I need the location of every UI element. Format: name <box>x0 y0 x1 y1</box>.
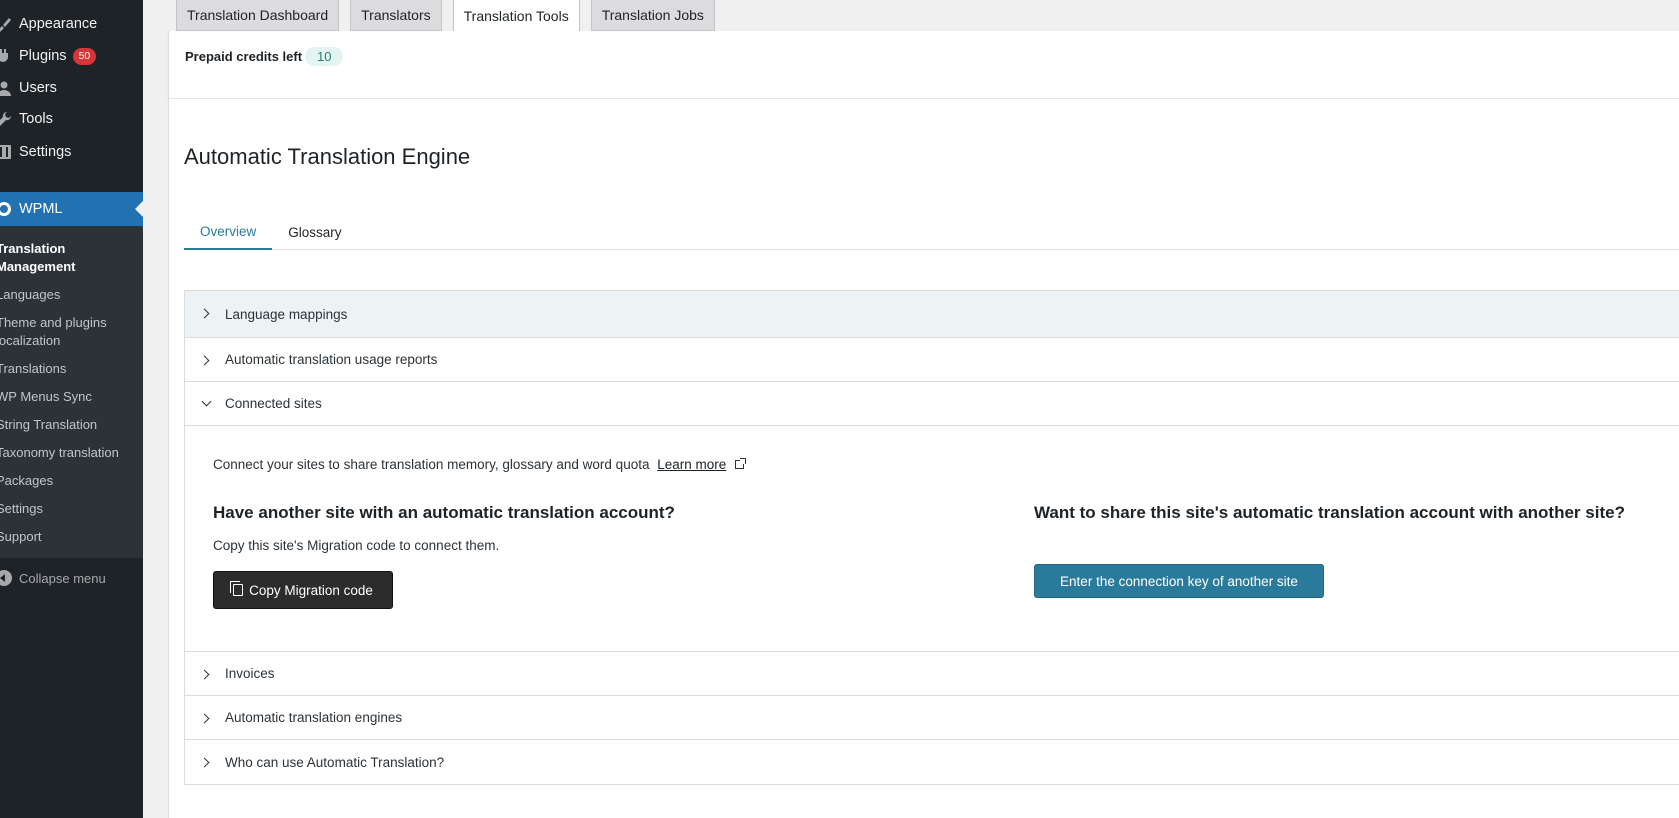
chevron-right-icon <box>199 757 210 768</box>
menu-tools[interactable]: Tools <box>0 102 143 136</box>
tab-translation-tools[interactable]: Translation Tools <box>452 0 580 32</box>
menu-label: Settings <box>19 144 72 160</box>
menu-label: Tools <box>19 111 53 127</box>
chevron-right-icon <box>199 713 210 724</box>
subtab-glossary[interactable]: Glossary <box>272 214 357 250</box>
menu-appearance[interactable]: Appearance <box>0 7 143 41</box>
engine-subtabs: Overview Glossary <box>184 214 1679 250</box>
collapse-menu-button[interactable]: Collapse menu <box>0 566 143 590</box>
menu-label: Users <box>19 80 57 96</box>
subtab-overview[interactable]: Overview <box>184 214 273 250</box>
credits-value-badge: 10 <box>305 47 344 66</box>
section-invoices[interactable]: Invoices <box>185 652 1679 696</box>
external-link-icon <box>735 458 747 469</box>
collapse-menu-label: Collapse menu <box>19 570 106 586</box>
connected-sites-body: Connect your sites to share translation … <box>185 426 1679 652</box>
chevron-right-icon <box>199 308 210 319</box>
copy-migration-code-button[interactable]: Copy Migration code <box>213 571 393 609</box>
migration-section-description: Copy this site's Migration code to conne… <box>213 538 500 553</box>
plugin-icon <box>0 48 12 64</box>
submenu-settings[interactable]: Settings <box>0 496 143 524</box>
submenu-translations[interactable]: Translations <box>0 356 143 384</box>
migration-section-title: Have another site with an automatic tran… <box>213 503 675 522</box>
enter-connection-key-button[interactable]: Enter the connection key of another site <box>1034 564 1324 598</box>
credits-label: Prepaid credits left <box>185 49 303 64</box>
admin-sidebar: Appearance Plugins 50 Users Tools Settin… <box>0 0 143 818</box>
wrench-icon <box>0 111 12 127</box>
settings-icon <box>0 144 12 160</box>
submenu-languages[interactable]: Languages <box>0 282 143 310</box>
wpml-icon <box>0 201 12 221</box>
section-usage-reports[interactable]: Automatic translation usage reports <box>185 338 1679 382</box>
menu-label: Plugins <box>19 48 67 64</box>
connected-sites-intro: Connect your sites to share translation … <box>213 457 747 472</box>
chevron-right-icon <box>199 669 210 680</box>
section-label: Invoices <box>225 666 275 681</box>
tab-translation-jobs[interactable]: Translation Jobs <box>590 0 715 31</box>
section-language-mappings[interactable]: Language mappings <box>185 291 1679 338</box>
engine-accordion: Language mappings Automatic translation … <box>184 290 1679 785</box>
section-connected-sites[interactable]: Connected sites <box>185 382 1679 426</box>
collapse-arrow-icon <box>0 570 12 586</box>
tab-translators[interactable]: Translators <box>350 0 442 31</box>
translation-nav-tabs: Translation Dashboard Translators Transl… <box>176 0 726 32</box>
submenu-translation-management[interactable]: Translation Management <box>0 236 143 282</box>
menu-users[interactable]: Users <box>0 71 143 105</box>
menu-label: Appearance <box>19 16 98 32</box>
copy-icon <box>230 581 244 596</box>
menu-label: WPML <box>19 201 63 217</box>
page-title: Automatic Translation Engine <box>184 144 471 169</box>
update-count-badge: 50 <box>72 47 97 65</box>
submenu-wp-menus-sync[interactable]: WP Menus Sync <box>0 384 143 412</box>
intro-text: Connect your sites to share translation … <box>213 457 650 472</box>
credits-panel: Prepaid credits left 10 <box>168 31 1679 99</box>
menu-plugins[interactable]: Plugins 50 <box>0 39 143 73</box>
section-label: Connected sites <box>225 396 322 411</box>
paintbrush-icon <box>0 16 12 32</box>
chevron-down-icon <box>201 396 212 407</box>
section-label: Automatic translation usage reports <box>225 352 438 367</box>
menu-settings[interactable]: Settings <box>0 135 143 169</box>
submenu-theme-plugins-localization[interactable]: Theme and plugins localization <box>0 310 143 356</box>
chevron-right-icon <box>199 355 210 366</box>
section-translation-engines[interactable]: Automatic translation engines <box>185 696 1679 740</box>
section-label: Language mappings <box>225 306 348 322</box>
learn-more-link[interactable]: Learn more <box>657 457 726 472</box>
section-label: Automatic translation engines <box>225 710 403 725</box>
user-icon <box>0 80 12 96</box>
section-label: Who can use Automatic Translation? <box>225 754 445 770</box>
copy-button-label: Copy Migration code <box>249 582 373 598</box>
section-who-can-use[interactable]: Who can use Automatic Translation? <box>185 740 1679 784</box>
submenu-support[interactable]: Support <box>0 524 143 552</box>
main-panel: Automatic Translation Engine Overview Gl… <box>168 99 1679 818</box>
menu-wpml[interactable]: WPML <box>0 192 143 226</box>
tab-translation-dashboard[interactable]: Translation Dashboard <box>176 0 340 31</box>
wpml-submenu: Translation Management Languages Theme a… <box>0 226 143 558</box>
submenu-packages[interactable]: Packages <box>0 468 143 496</box>
submenu-taxonomy-translation[interactable]: Taxonomy translation <box>0 440 143 468</box>
submenu-string-translation[interactable]: String Translation <box>0 412 143 440</box>
share-section-title: Want to share this site's automatic tran… <box>1034 503 1625 522</box>
